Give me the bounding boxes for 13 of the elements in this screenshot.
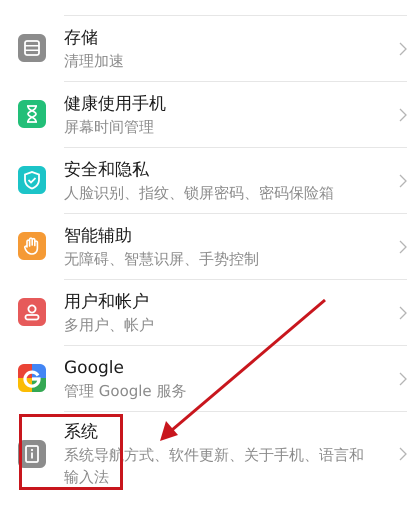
setting-subtitle: 屏幕时间管理 [64, 116, 155, 138]
setting-title: 安全和隐私 [64, 158, 150, 182]
setting-title: 用户和帐户 [64, 290, 150, 314]
setting-subtitle: 多用户、帐户 [64, 314, 155, 336]
setting-subtitle: 清理加速 [64, 50, 125, 72]
setting-subtitle: 人脸识别、指纹、锁屏密码、密码保险箱 [64, 182, 335, 204]
setting-subtitle: 管理 Google 服务 [64, 380, 188, 402]
setting-title: Google [64, 356, 125, 380]
setting-title: 系统 [64, 421, 99, 444]
setting-title: 健康使用手机 [64, 92, 167, 116]
setting-title: 存储 [64, 26, 99, 50]
setting-subtitle: 无障碍、智慧识屏、手势控制 [64, 248, 260, 270]
setting-title: 智能辅助 [64, 224, 133, 248]
